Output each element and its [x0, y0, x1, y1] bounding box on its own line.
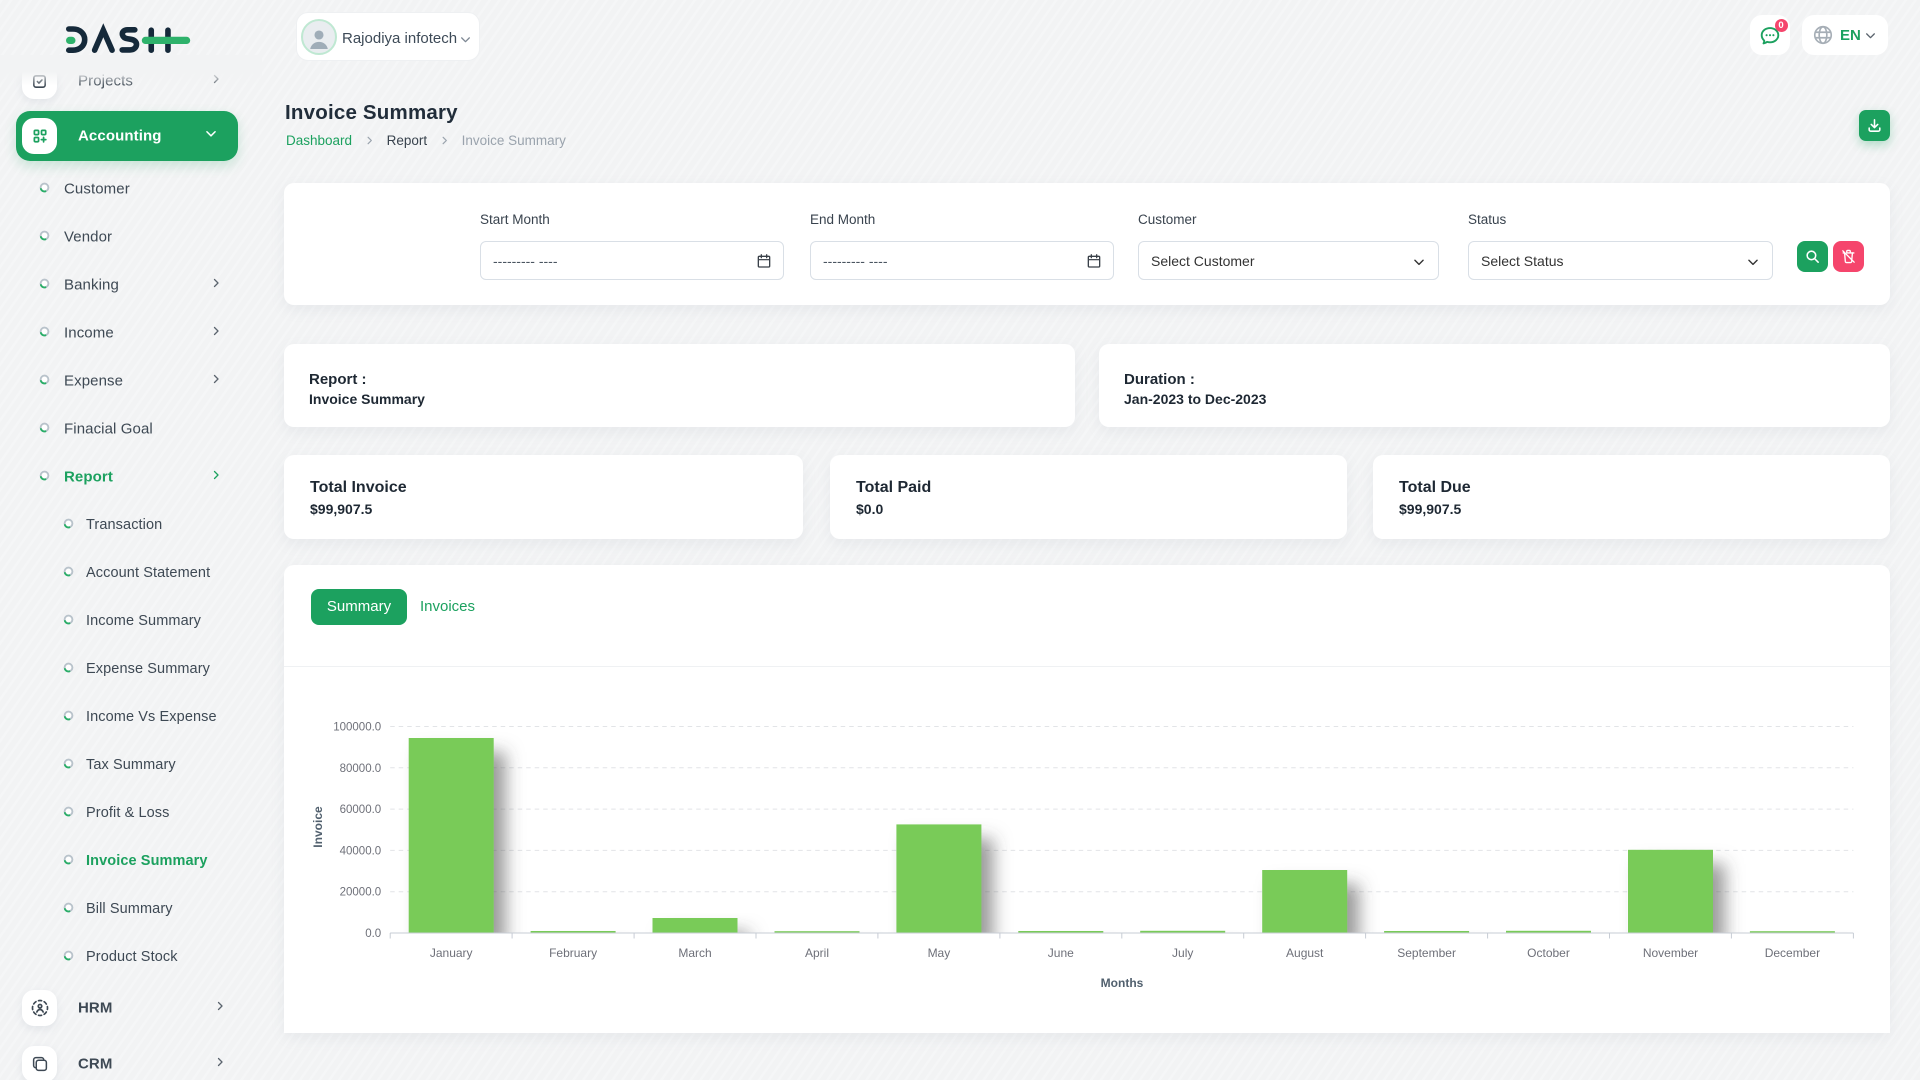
svg-text:October: October — [1527, 946, 1570, 960]
svg-text:June: June — [1048, 946, 1074, 960]
svg-text:20000.0: 20000.0 — [340, 887, 382, 899]
svg-text:0.0: 0.0 — [365, 928, 381, 940]
svg-text:August: August — [1286, 946, 1324, 960]
svg-text:January: January — [430, 946, 473, 960]
svg-text:60000.0: 60000.0 — [340, 804, 382, 816]
svg-text:November: November — [1643, 946, 1698, 960]
svg-text:December: December — [1765, 946, 1820, 960]
svg-text:40000.0: 40000.0 — [340, 845, 382, 857]
svg-text:May: May — [928, 946, 951, 960]
svg-text:80000.0: 80000.0 — [340, 763, 382, 775]
svg-text:April: April — [805, 946, 829, 960]
svg-text:Months: Months — [1101, 976, 1144, 990]
svg-text:September: September — [1397, 946, 1456, 960]
svg-text:February: February — [549, 946, 597, 960]
svg-text:100000.0: 100000.0 — [333, 722, 381, 734]
svg-text:March: March — [678, 946, 711, 960]
svg-text:Invoice: Invoice — [311, 806, 325, 848]
svg-text:July: July — [1172, 946, 1193, 960]
